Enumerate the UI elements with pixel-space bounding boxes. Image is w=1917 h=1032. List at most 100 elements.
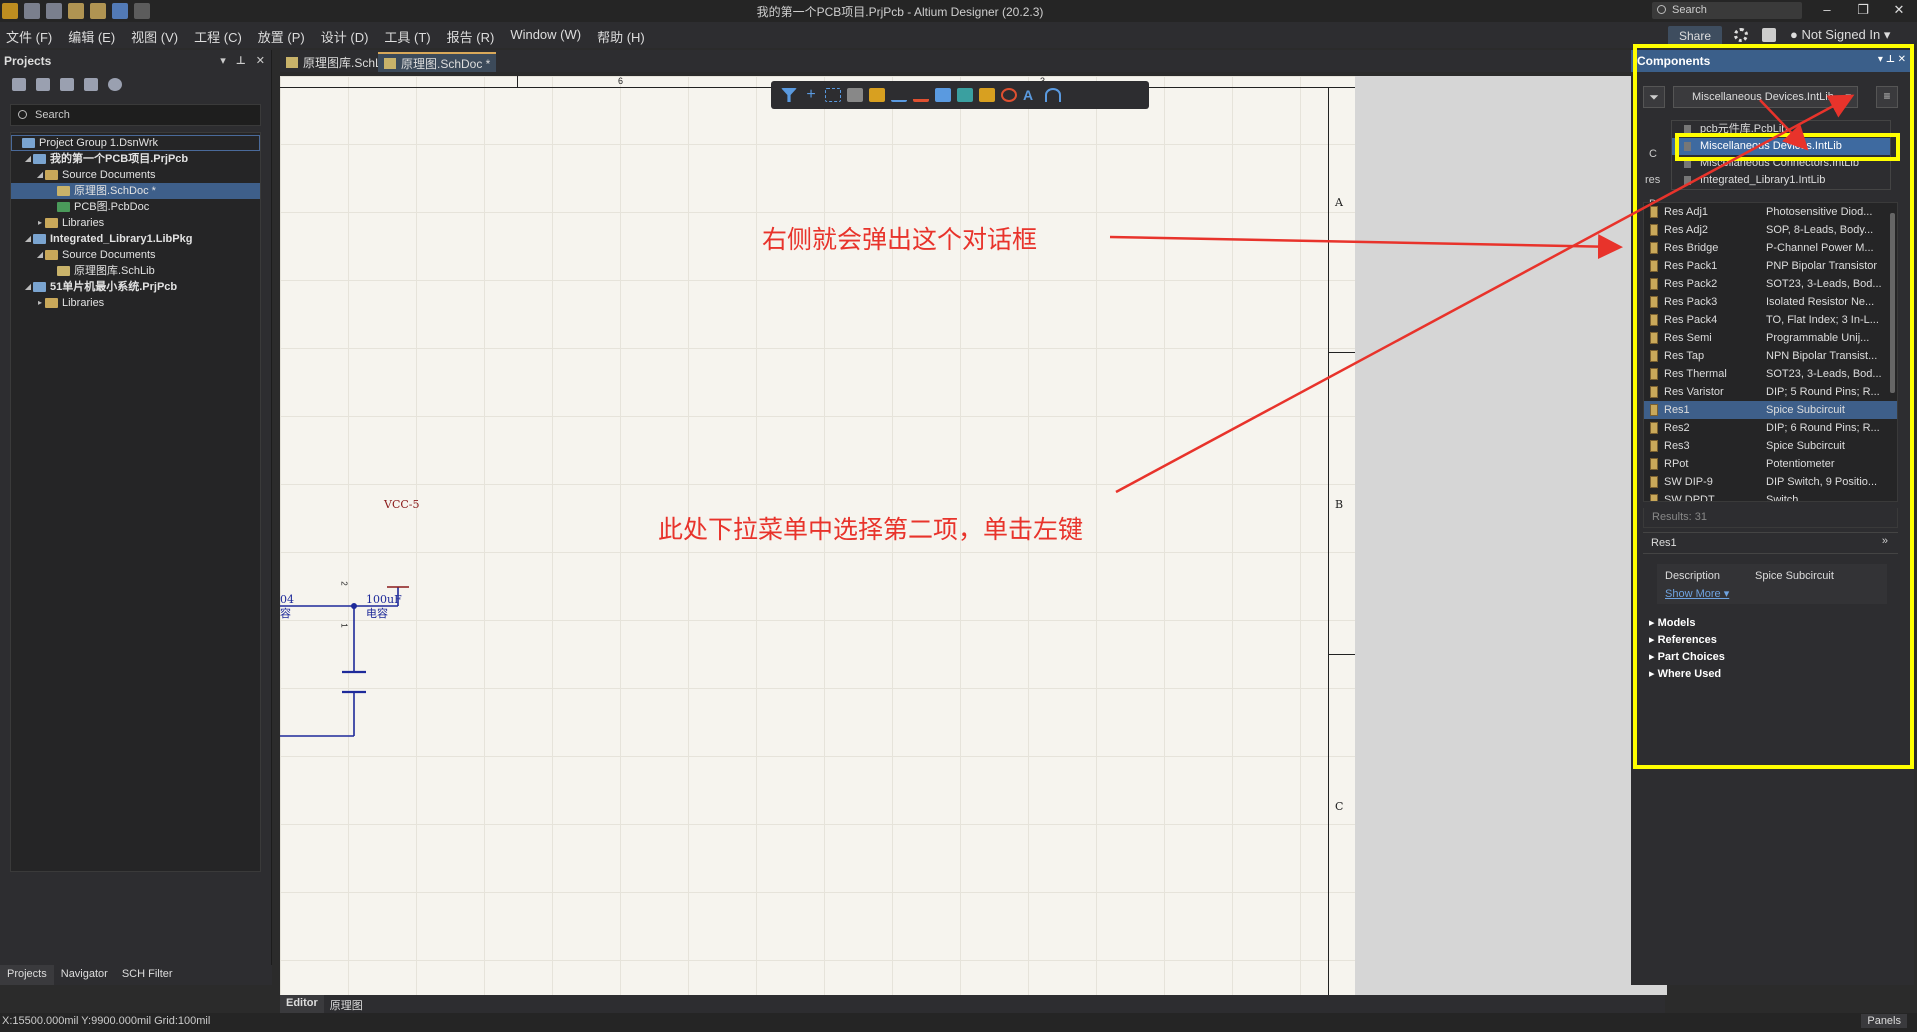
- pin-number: 1: [339, 623, 349, 628]
- annotation-text-dropdown: 此处下拉菜单中选择第二项，单击左键: [658, 515, 1084, 544]
- projects-panel: Projects ▾ ⊥ ✕ Search Project Group 1.DsnW…: [0, 50, 272, 985]
- panel-menu-icon[interactable]: ▾: [220, 54, 226, 67]
- share-button[interactable]: Share: [1668, 26, 1722, 46]
- partial-label: 容: [280, 608, 291, 620]
- tree-item-label: 我的第一个PCB项目.PrjPcb: [50, 153, 189, 165]
- search-icon: [1657, 5, 1666, 14]
- text-icon[interactable]: A: [1023, 88, 1039, 102]
- menu-bar: 文件 (F) 编辑 (E) 视图 (V) 工程 (C) 放置 (P) 设计 (D…: [0, 22, 1917, 48]
- user-menu[interactable]: ● Not Signed In ▾: [1790, 27, 1890, 43]
- menu-help[interactable]: 帮助 (H): [597, 27, 645, 46]
- tree-item-label: 51单片机最小系统.PrjPcb: [50, 281, 178, 293]
- save-project-icon[interactable]: [12, 78, 26, 91]
- tree-item[interactable]: 原理图.SchDoc *: [11, 183, 260, 199]
- move-icon[interactable]: +: [803, 87, 819, 103]
- folder-icon: [45, 250, 58, 260]
- folder-icon: [45, 298, 58, 308]
- menu-tools[interactable]: 工具 (T): [384, 27, 430, 46]
- schlib-icon: [286, 56, 298, 68]
- menu-window[interactable]: Window (W): [510, 27, 581, 46]
- menu-project[interactable]: 工程 (C): [194, 27, 242, 46]
- share-label: Share: [1678, 29, 1712, 43]
- arc-icon[interactable]: [1045, 88, 1061, 102]
- place-part-icon[interactable]: [869, 88, 885, 102]
- compile-icon[interactable]: [36, 78, 50, 91]
- tab-projects[interactable]: Projects: [0, 965, 54, 985]
- add-folder-icon[interactable]: [84, 78, 98, 91]
- select-rect-icon[interactable]: [825, 88, 841, 102]
- tree-item[interactable]: ◢ Source Documents: [11, 247, 260, 263]
- menu-place[interactable]: 放置 (P): [258, 27, 305, 46]
- expand-icon[interactable]: ◢: [23, 151, 33, 167]
- tree-item[interactable]: ◢ 我的第一个PCB项目.PrjPcb: [11, 151, 260, 167]
- projects-search-placeholder: Search: [35, 109, 70, 121]
- bus-icon[interactable]: [935, 88, 951, 102]
- menu-reports[interactable]: 报告 (R): [447, 27, 495, 46]
- tree-item[interactable]: 原理图库.SchLib: [11, 263, 260, 279]
- status-bar: X:15500.000mil Y:9900.000mil Grid:100mil: [0, 1013, 1917, 1032]
- expand-icon[interactable]: ◢: [35, 167, 45, 183]
- tab-sheet[interactable]: 原理图: [324, 995, 369, 1013]
- tab-sch-filter[interactable]: SCH Filter: [115, 965, 180, 985]
- directive-icon[interactable]: [1001, 88, 1017, 102]
- menu-edit[interactable]: 编辑 (E): [68, 27, 115, 46]
- net-label-vcc[interactable]: VCC-5: [384, 498, 420, 511]
- user-label: Not Signed In: [1801, 27, 1881, 42]
- expand-icon[interactable]: ▸: [35, 215, 45, 231]
- tab-navigator[interactable]: Navigator: [54, 965, 115, 985]
- folder-icon: [45, 218, 58, 228]
- close-button[interactable]: ✕: [1881, 0, 1917, 22]
- folder-icon: [45, 170, 58, 180]
- window-title: 我的第一个PCB项目.PrjPcb - Altium Designer (20.…: [756, 5, 1044, 19]
- settings-gear-icon[interactable]: [108, 78, 122, 91]
- tree-item-label: Project Group 1.DsnWrk: [39, 137, 159, 149]
- expand-icon[interactable]: ▸: [35, 295, 45, 311]
- sheet-symbol-icon[interactable]: [957, 88, 973, 102]
- gear-icon[interactable]: [1734, 28, 1748, 42]
- project-icon: [33, 282, 46, 292]
- project-icon: [33, 234, 46, 244]
- menu-file[interactable]: 文件 (F): [6, 27, 52, 46]
- expand-icon[interactable]: ◢: [23, 279, 33, 295]
- tree-item[interactable]: ▸ Libraries: [11, 215, 260, 231]
- open-folder-icon[interactable]: [60, 78, 74, 91]
- expand-icon[interactable]: ◢: [35, 247, 45, 263]
- search-icon: [18, 110, 27, 119]
- panel-close-icon[interactable]: ✕: [256, 54, 265, 67]
- pin-number: 2: [339, 581, 349, 586]
- minimize-button[interactable]: –: [1809, 0, 1845, 22]
- wire-icon[interactable]: [891, 88, 907, 102]
- power-port-icon[interactable]: [913, 88, 929, 102]
- panels-button[interactable]: Panels: [1861, 1014, 1907, 1028]
- tree-item[interactable]: PCB图.PcbDoc: [11, 199, 260, 215]
- tree-item[interactable]: Project Group 1.DsnWrk: [11, 135, 260, 151]
- cursor-status: X:15500.000mil Y:9900.000mil Grid:100mil: [2, 1015, 211, 1027]
- junction-dot: [351, 603, 357, 609]
- filter-icon[interactable]: [781, 88, 797, 102]
- port-icon[interactable]: [979, 88, 995, 102]
- tab-schdoc[interactable]: 原理图.SchDoc *: [378, 52, 497, 72]
- align-icon[interactable]: [847, 88, 863, 102]
- pin-icon[interactable]: ⊥: [236, 54, 246, 67]
- tab-editor[interactable]: Editor: [280, 995, 324, 1013]
- annotation-text-dialog: 右侧就会弹出这个对话框: [762, 225, 1038, 254]
- schdoc-icon: [57, 186, 70, 196]
- capacitor-designator[interactable]: 电容: [366, 605, 388, 621]
- highlight-box-item: [1675, 133, 1900, 161]
- notifications-icon[interactable]: [1762, 28, 1776, 42]
- global-search-input[interactable]: Search: [1652, 2, 1802, 19]
- tree-item[interactable]: ◢ 51单片机最小系统.PrjPcb: [11, 279, 260, 295]
- editor-tabs: Editor 原理图: [280, 995, 1665, 1013]
- title-bar: 我的第一个PCB项目.PrjPcb - Altium Designer (20.…: [0, 0, 1917, 22]
- restore-button[interactable]: ❐: [1845, 0, 1881, 22]
- menu-view[interactable]: 视图 (V): [131, 27, 178, 46]
- expand-icon[interactable]: ◢: [23, 231, 33, 247]
- projects-search-input[interactable]: Search: [10, 104, 261, 126]
- tree-item[interactable]: ▸ Libraries: [11, 295, 260, 311]
- tree-item[interactable]: ◢ Source Documents: [11, 167, 260, 183]
- tree-item[interactable]: ◢ Integrated_Library1.LibPkg: [11, 231, 260, 247]
- tree-item-label: Integrated_Library1.LibPkg: [50, 233, 193, 245]
- menu-design[interactable]: 设计 (D): [321, 27, 369, 46]
- tree-item-label: Libraries: [62, 217, 105, 229]
- tree-item-label: 原理图.SchDoc *: [74, 185, 156, 197]
